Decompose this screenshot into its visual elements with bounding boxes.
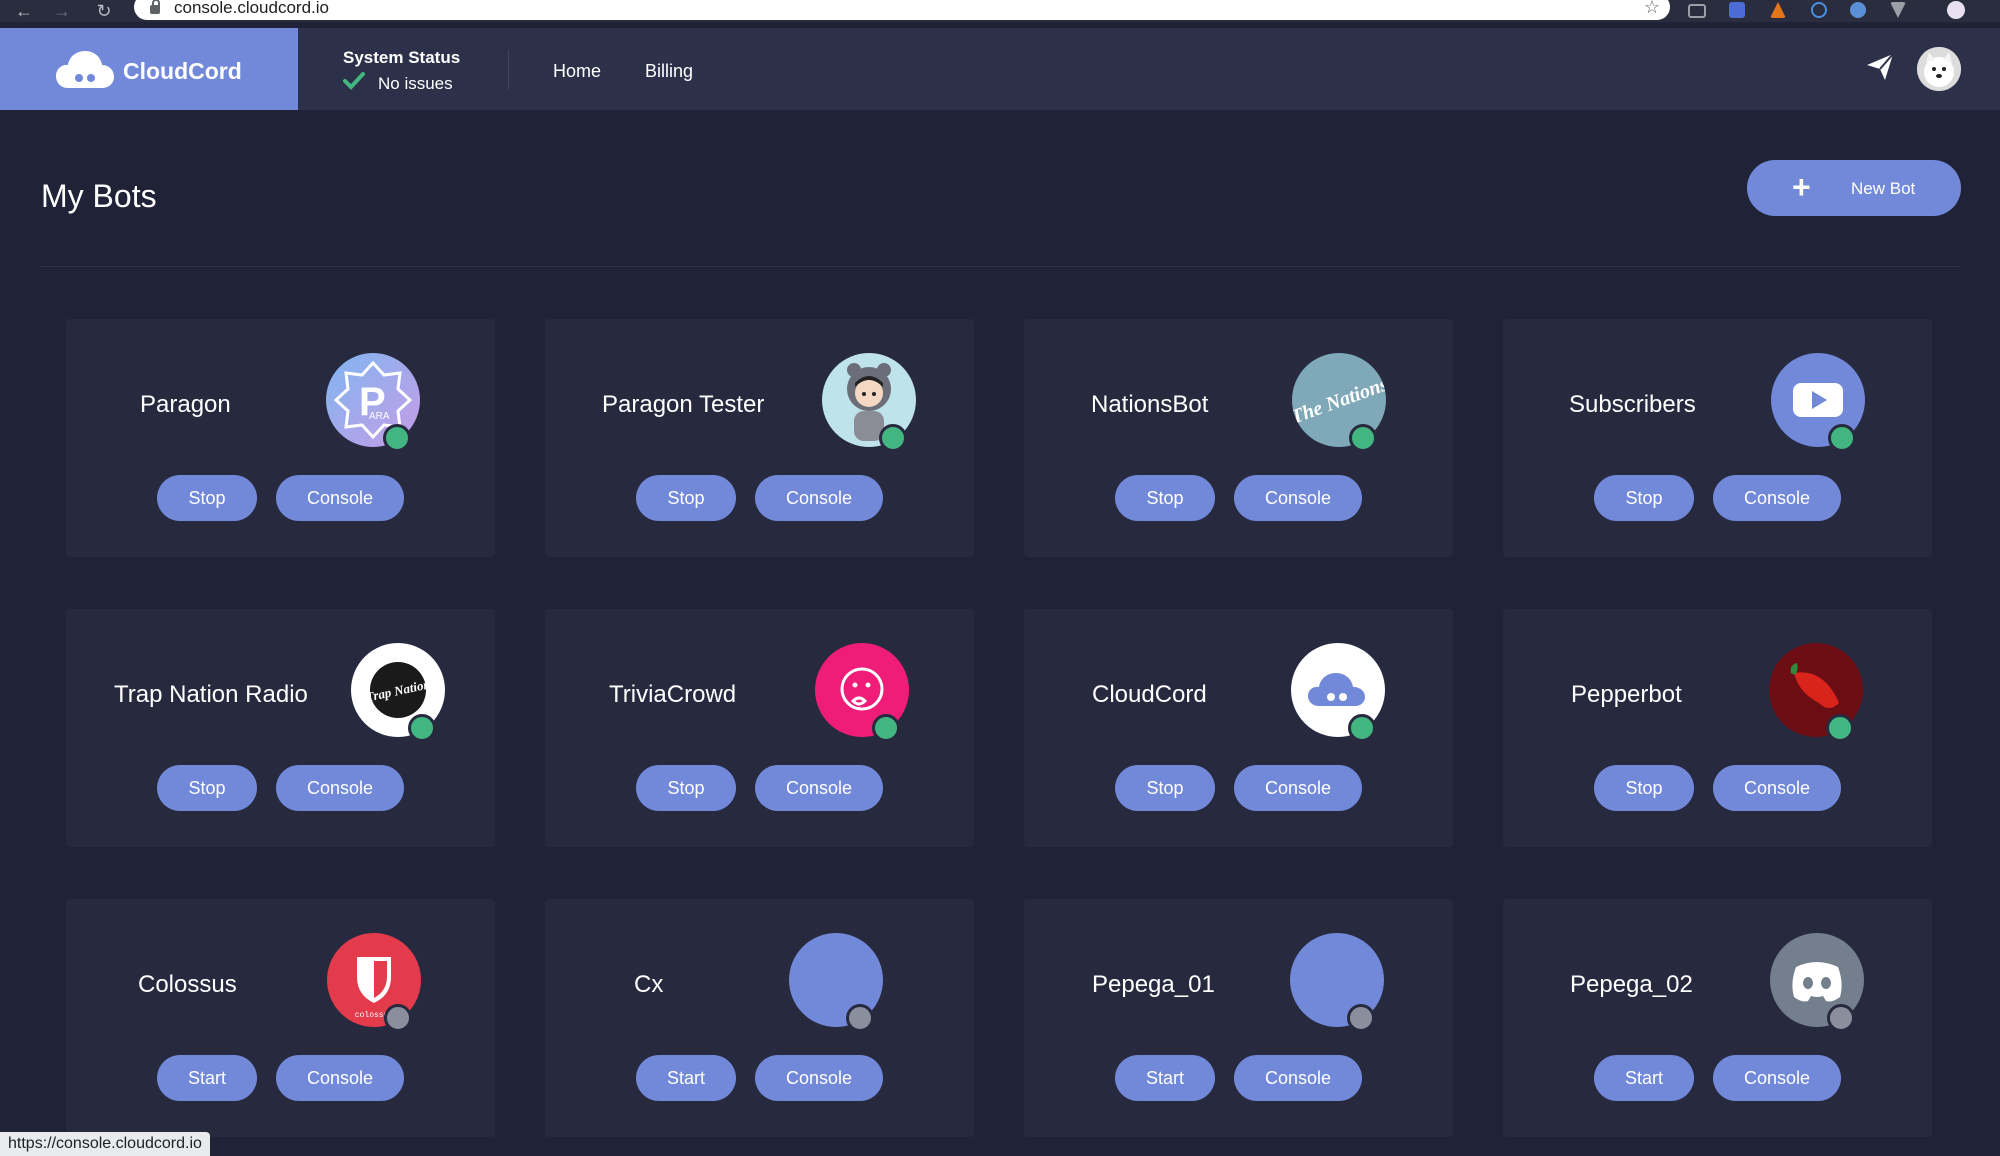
bookmark-star-icon[interactable]: ☆	[1644, 0, 1660, 18]
link-preview-statusbar: https://console.cloudcord.io	[0, 1132, 210, 1156]
offline-status-dot	[1827, 1004, 1855, 1032]
console-button[interactable]: Console	[1713, 765, 1841, 811]
bot-name: Pepperbot	[1571, 681, 1682, 708]
stop-button[interactable]: Stop	[157, 475, 257, 521]
stop-button[interactable]: Stop	[1115, 475, 1215, 521]
header-divider	[508, 50, 509, 90]
extension-react-icon[interactable]	[1811, 2, 1827, 18]
bot-name: NationsBot	[1091, 391, 1209, 418]
bot-name: Cx	[634, 971, 664, 998]
online-status-dot	[383, 424, 411, 452]
console-button[interactable]: Console	[276, 1055, 404, 1101]
address-text: console.cloudcord.io	[174, 0, 329, 17]
bot-card: Paragon Tester Stop Console	[545, 319, 974, 557]
start-button[interactable]: Start	[636, 1055, 736, 1101]
system-status-text: No issues	[378, 74, 453, 93]
plus-icon: +	[1792, 169, 1811, 205]
bot-card: Colossus colossus Start Console	[66, 899, 495, 1137]
bot-card: Paragon P ARA Stop Console	[66, 319, 495, 557]
console-button[interactable]: Console	[755, 1055, 883, 1101]
bot-card: Cx Start Console	[545, 899, 974, 1137]
offline-status-dot	[1347, 1004, 1375, 1032]
extension-blue-icon[interactable]	[1729, 2, 1745, 18]
console-button[interactable]: Console	[1713, 1055, 1841, 1101]
console-button[interactable]: Console	[276, 475, 404, 521]
bot-card: Subscribers Stop Console	[1503, 319, 1932, 557]
console-button[interactable]: Console	[1234, 1055, 1362, 1101]
start-button[interactable]: Start	[1594, 1055, 1694, 1101]
profile-icon[interactable]	[1947, 1, 1965, 19]
stop-button[interactable]: Stop	[1594, 475, 1694, 521]
bot-name: Paragon Tester	[602, 391, 765, 418]
lock-icon	[150, 0, 160, 14]
system-status-title: System Status	[343, 48, 461, 67]
svg-text:ARA: ARA	[369, 411, 390, 422]
bot-name: Paragon	[140, 391, 231, 418]
brand-name: CloudCord	[123, 58, 242, 84]
bot-name: Colossus	[138, 971, 237, 998]
start-button[interactable]: Start	[157, 1055, 257, 1101]
bot-name: CloudCord	[1092, 681, 1207, 708]
console-button[interactable]: Console	[1234, 475, 1362, 521]
browser-toolbar: ← → ↻ console.cloudcord.io ☆	[0, 0, 2000, 22]
bot-name: Pepega_02	[1570, 971, 1693, 998]
bot-card: NationsBot The Nations Stop Console	[1024, 319, 1453, 557]
offline-status-dot	[846, 1004, 874, 1032]
new-bot-button[interactable]: + New Bot	[1747, 160, 1961, 216]
bot-card: TriviaCrowd Stop Console	[545, 609, 974, 847]
bot-card: Pepega_01 Start Console	[1024, 899, 1453, 1137]
back-icon[interactable]: ←	[10, 0, 38, 22]
check-icon	[343, 72, 365, 90]
online-status-dot	[1348, 714, 1376, 742]
send-icon[interactable]	[1865, 52, 1895, 82]
bot-card: CloudCord Stop Console	[1024, 609, 1453, 847]
stop-button[interactable]: Stop	[157, 765, 257, 811]
bot-name: TriviaCrowd	[609, 681, 737, 708]
brand[interactable]: CloudCord	[0, 28, 298, 110]
offline-status-dot	[384, 1004, 412, 1032]
console-button[interactable]: Console	[1713, 475, 1841, 521]
page-title: My Bots	[41, 178, 157, 214]
stop-button[interactable]: Stop	[636, 765, 736, 811]
nav-home[interactable]: Home	[553, 61, 601, 82]
console-button[interactable]: Console	[276, 765, 404, 811]
console-button[interactable]: Console	[755, 475, 883, 521]
extension-metamask-icon[interactable]	[1770, 2, 1786, 18]
extension-globe-icon[interactable]	[1850, 2, 1866, 18]
console-button[interactable]: Console	[1234, 765, 1362, 811]
address-bar[interactable]: console.cloudcord.io ☆	[134, 0, 1670, 20]
reload-icon[interactable]: ↻	[90, 0, 118, 22]
start-button[interactable]: Start	[1115, 1055, 1215, 1101]
extension-vue-icon[interactable]	[1890, 2, 1906, 18]
cloud-logo-icon	[56, 51, 114, 88]
stop-button[interactable]: Stop	[1115, 765, 1215, 811]
bot-name: Pepega_01	[1092, 971, 1215, 998]
bot-name: Subscribers	[1569, 391, 1696, 418]
bot-card: Pepperbot Stop Console	[1503, 609, 1932, 847]
bot-card: Trap Nation Radio Trap Nation Stop Conso…	[66, 609, 495, 847]
extension-glasses-icon[interactable]	[1688, 4, 1706, 18]
online-status-dot	[408, 714, 436, 742]
top-header: CloudCord System Status No issues Home B…	[0, 28, 2000, 110]
stop-button[interactable]: Stop	[1594, 765, 1694, 811]
console-button[interactable]: Console	[755, 765, 883, 811]
online-status-dot	[1826, 714, 1854, 742]
online-status-dot	[879, 424, 907, 452]
nav-billing[interactable]: Billing	[645, 61, 693, 82]
forward-icon[interactable]: →	[48, 0, 76, 22]
dog-avatar-icon	[1917, 47, 1961, 91]
online-status-dot	[872, 714, 900, 742]
bot-card: Pepega_02 Start Console	[1503, 899, 1932, 1137]
stop-button[interactable]: Stop	[636, 475, 736, 521]
online-status-dot	[1828, 424, 1856, 452]
section-divider	[41, 266, 1961, 267]
user-avatar[interactable]	[1917, 47, 1961, 91]
new-bot-label: New Bot	[1851, 179, 1916, 198]
online-status-dot	[1349, 424, 1377, 452]
bot-name: Trap Nation Radio	[114, 681, 308, 708]
